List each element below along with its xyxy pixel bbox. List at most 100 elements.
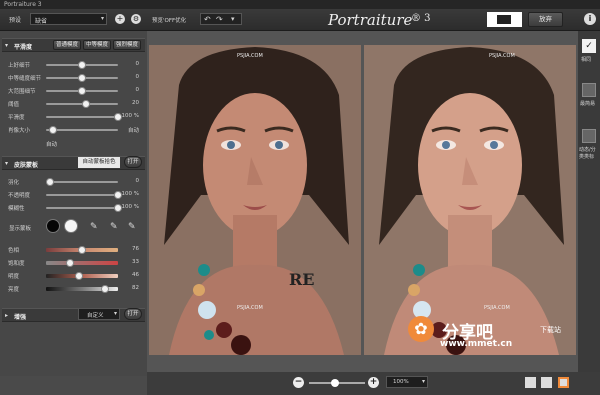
smoothing-slider-value: 100 % [121, 113, 139, 119]
smoothing-slider-value: 20 [132, 100, 139, 106]
skin-color-slider-label: 亮度 [8, 287, 20, 293]
preset-strong-button[interactable]: 强烈模度 [113, 40, 141, 50]
add-preset-icon[interactable]: + [115, 14, 125, 24]
eyedropper-plus-icon[interactable]: ✎ [110, 222, 118, 232]
skin-color-slider-label: 饱和度 [8, 261, 25, 267]
skin-color-slider-row: 色相 76 [6, 245, 141, 255]
retouched-photo[interactable]: PSJIA.COM PSJIA.COM [364, 45, 576, 355]
single-view-icon[interactable] [525, 377, 536, 388]
smoothing-slider-value: 自动 [127, 128, 139, 134]
smoothing-slider-row: 肖像大小 自动 [6, 125, 141, 135]
enhance-preset-value: 自定义 [87, 313, 104, 319]
watermark-logo: RE [289, 270, 315, 289]
skin-color-slider-row: 亮度 82 [6, 284, 141, 294]
preset-dropdown[interactable]: 缺省 ▾ [30, 13, 107, 25]
eyedropper-minus-icon[interactable]: ✎ [128, 222, 136, 232]
bottom-toolbar: − + 100% ▾ [147, 372, 600, 395]
smoothing-slider-knob[interactable] [49, 126, 58, 134]
settings-panel: ▾ 平滑度 普通模度 中等模度 强烈模度 上好细节 0 中等缝度细节 0 大范围细节 0 阈… [0, 31, 147, 376]
enhance-preset-dropdown[interactable]: 自定义 ▾ [78, 308, 120, 320]
show-mask-label: 显示蒙板 [9, 226, 32, 232]
zoom-slider[interactable] [309, 379, 365, 387]
smoothing-slider-value: 0 [135, 61, 140, 67]
right-item-label: 动态/分类类标 [579, 147, 596, 160]
zoom-value: 100% [393, 379, 409, 385]
skin-toggle-button[interactable]: 打开 [124, 156, 142, 168]
redo-icon[interactable]: ↷ [216, 15, 223, 24]
compare-icon[interactable] [582, 83, 596, 97]
smoothing-slider-label: 平滑度 [8, 115, 25, 121]
skin-slider-row: 不透明度 100 % [6, 190, 141, 200]
smoothing-slider-row: 中等缝度细节 0 [6, 73, 141, 83]
skin-slider-label: 羽化 [8, 180, 20, 186]
split-vertical-icon[interactable] [558, 377, 569, 388]
collapse-icon: ▾ [5, 160, 9, 167]
eyedropper-icon[interactable]: ✎ [90, 222, 98, 232]
chevron-down-icon: ▾ [113, 310, 117, 317]
smoothing-slider-value: 0 [135, 87, 140, 93]
preset-normal-button[interactable]: 普通模度 [53, 40, 81, 50]
undo-icon[interactable]: ↶ [204, 15, 211, 24]
skin-slider-value: 100 % [121, 204, 139, 210]
window-title: Portraiture 3 [0, 0, 600, 9]
view-sidebar: ✓ 相同 最简易 动态/分类类标 [578, 31, 600, 376]
portrait-after-image [364, 45, 576, 355]
collapse-icon: ▾ [5, 42, 9, 49]
mask-black-swatch[interactable] [46, 219, 60, 233]
cancel-button[interactable]: 放弃 [528, 12, 563, 27]
smoothing-slider-knob[interactable] [78, 87, 86, 95]
skin-slider-row: 羽化 0 [6, 177, 141, 187]
zoom-dropdown[interactable]: 100% ▾ [386, 376, 428, 388]
skin-color-slider-row: 明度 46 [6, 271, 141, 281]
preset-medium-button[interactable]: 中等模度 [83, 40, 111, 50]
watermark-text: PSJIA.COM [489, 53, 515, 59]
skin-color-slider-value: 82 [132, 285, 139, 291]
zoom-slider-knob[interactable] [331, 379, 339, 387]
split-horizontal-icon[interactable] [541, 377, 552, 388]
skin-slider-knob[interactable] [45, 178, 54, 186]
skin-color-slider-knob[interactable] [78, 246, 86, 254]
checkbox-icon[interactable]: ✓ [582, 39, 596, 53]
zoom-out-icon[interactable]: − [293, 377, 304, 388]
watermark-text: PSJIA.COM [237, 53, 263, 59]
skin-color-slider-label: 色相 [8, 248, 20, 254]
skin-slider-row: 模糊性 100 % [6, 203, 141, 213]
app-logo: Portraiture [328, 11, 413, 29]
skin-color-slider-knob[interactable] [101, 285, 110, 293]
enhance-toggle-button[interactable]: 打开 [124, 308, 142, 320]
skin-slider-track[interactable] [46, 194, 118, 196]
smoothing-slider-row: 阈值 20 [6, 99, 141, 109]
preset-label: 预设 [9, 17, 22, 24]
watermark-text: PSJIA.COM [484, 305, 510, 311]
preset-value: 缺省 [35, 18, 48, 25]
chevron-down-icon: ▾ [421, 378, 425, 385]
smoothing-slider-label: 大范围细节 [8, 89, 36, 95]
mask-view-icon[interactable] [582, 129, 596, 143]
skin-color-slider-value: 46 [132, 272, 139, 278]
history-chevron-icon[interactable]: ▾ [231, 15, 235, 23]
info-icon[interactable]: i [584, 13, 596, 25]
smoothing-slider-knob[interactable] [81, 100, 90, 108]
smoothing-slider-track[interactable] [46, 116, 118, 118]
skin-color-slider-knob[interactable] [75, 272, 84, 280]
gear-icon[interactable]: ⚙ [131, 14, 141, 24]
site-logo-icon: ✿ [408, 316, 434, 342]
skin-slider-value: 0 [135, 178, 140, 184]
smoothing-slider-row: 大范围细节 0 [6, 86, 141, 96]
original-photo[interactable]: PSJIA.COM PSJIA.COM RE [149, 45, 361, 355]
skin-color-slider-track[interactable] [46, 261, 118, 265]
zoom-in-icon[interactable]: + [368, 377, 379, 388]
smoothing-slider-label: 肖像大小 [8, 128, 31, 134]
smoothing-slider-knob[interactable] [78, 74, 86, 82]
skin-slider-track[interactable] [46, 207, 118, 209]
skin-color-slider-value: 76 [132, 246, 139, 252]
smoothing-slider-knob[interactable] [78, 61, 86, 69]
preview-thumbnail[interactable] [487, 12, 522, 27]
smoothing-slider-row: 上好细节 0 [6, 60, 141, 70]
smoothing-title: 平滑度 [14, 44, 33, 51]
mask-white-swatch[interactable] [64, 219, 78, 233]
watermark-text: PSJIA.COM [237, 305, 263, 311]
top-toolbar: 预设 缺省 ▾ + ⚙ 预览'OFF优化 ↶ ↷ ▾ Portraiture ®… [0, 9, 600, 31]
skin-color-slider-knob[interactable] [65, 259, 74, 267]
skin-slider-track[interactable] [46, 181, 118, 183]
